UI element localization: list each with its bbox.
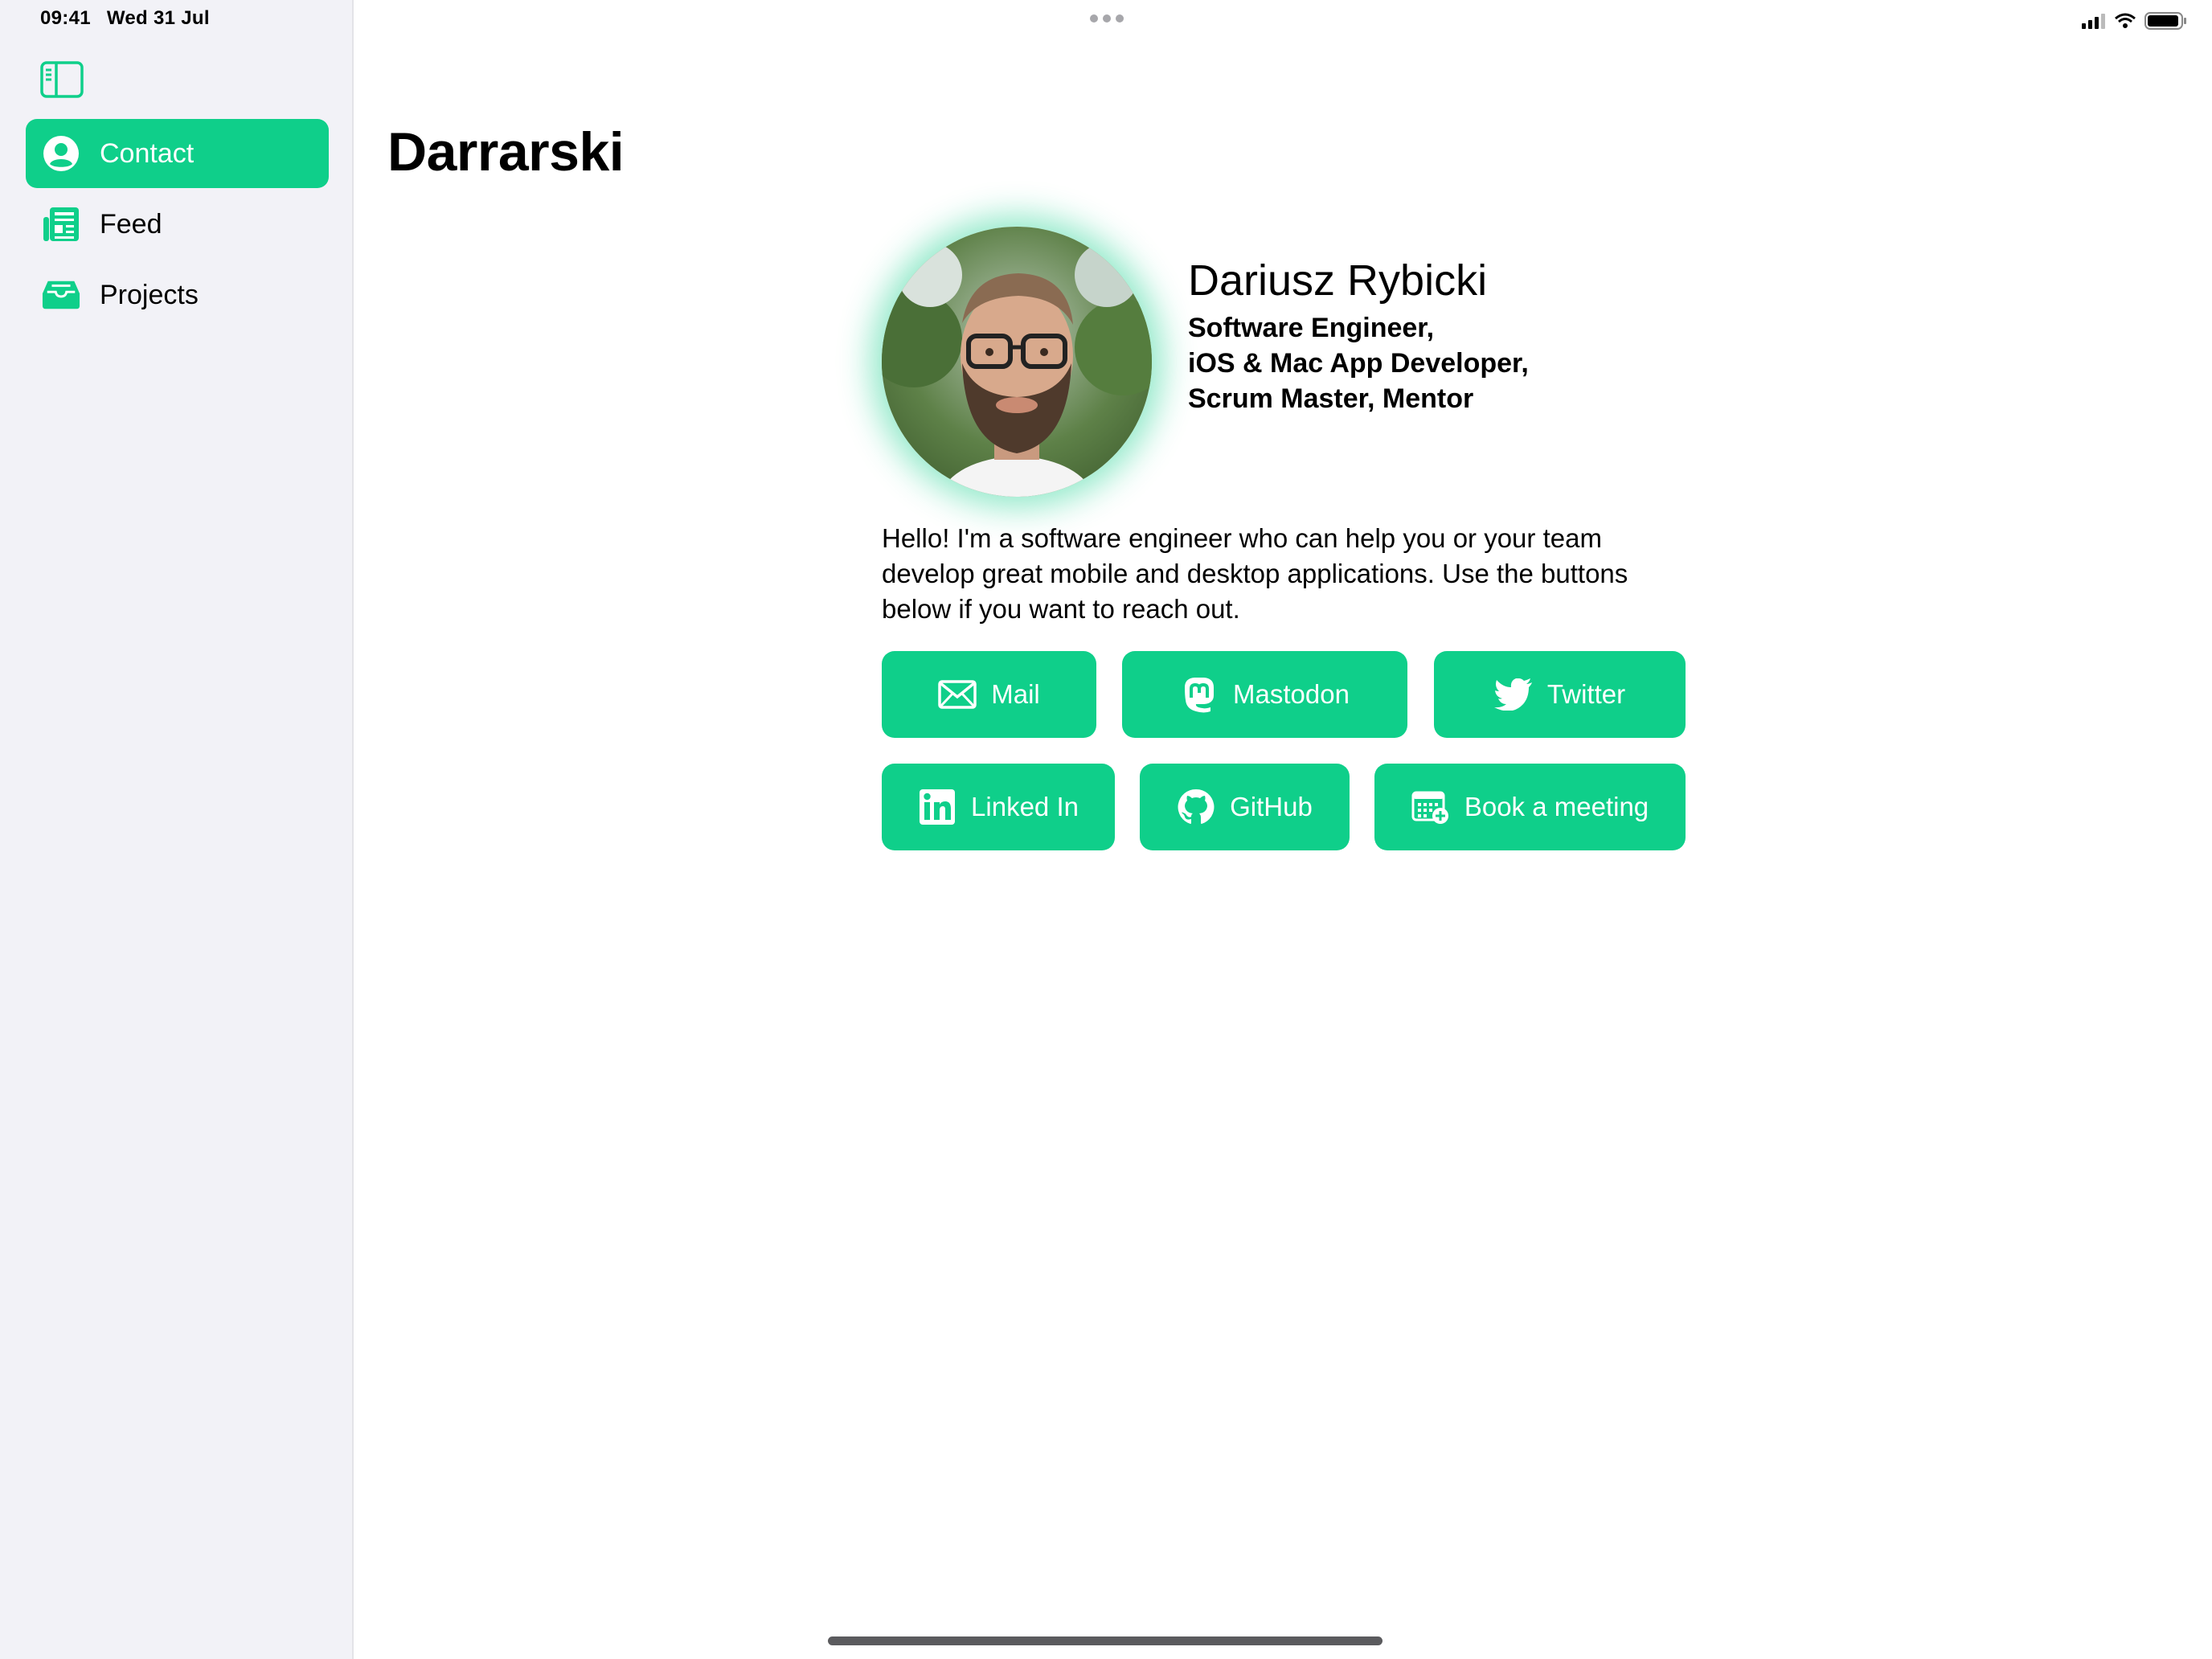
sidebar-toggle-icon[interactable] [40, 61, 84, 98]
newspaper-icon [42, 205, 80, 244]
sidebar-nav: Contact Feed Projects [26, 119, 329, 331]
button-label: Book a meeting [1464, 792, 1649, 821]
battery-icon [2144, 12, 2186, 30]
button-label: Twitter [1546, 679, 1626, 709]
status-date: Wed 31 Jul [106, 7, 210, 29]
button-label: Linked In [971, 792, 1079, 821]
sidebar-item-feed[interactable]: Feed [26, 190, 329, 259]
sidebar-item-label: Feed [100, 208, 162, 240]
button-label: Mastodon [1233, 679, 1350, 709]
profile-bio: Hello! I'm a software engineer who can h… [882, 523, 1628, 624]
twitter-icon [1493, 675, 1533, 714]
role-line: Software Engineer, [1188, 313, 1435, 343]
envelope-icon [938, 675, 977, 714]
status-time: 09:41 Wed 31 Jul [40, 7, 226, 30]
github-button[interactable]: GitHub [1140, 764, 1350, 850]
tray-icon [42, 276, 80, 314]
button-label: GitHub [1230, 792, 1313, 821]
role-line: iOS & Mac App Developer, [1188, 348, 1529, 379]
sidebar-item-contact[interactable]: Contact [26, 119, 329, 188]
github-icon [1177, 788, 1215, 826]
twitter-button[interactable]: Twitter [1434, 651, 1686, 738]
page-title: Darrarski [387, 121, 625, 182]
profile-roles: Software Engineer, iOS & Mac App Develop… [1188, 310, 1606, 416]
avatar [882, 227, 1152, 497]
sidebar-item-label: Projects [100, 279, 199, 310]
cellular-signal-icon [2082, 14, 2105, 29]
calendar-plus-icon [1411, 788, 1450, 826]
sidebar: 09:41 Wed 31 Jul Contact Feed Projects [0, 0, 354, 1659]
multitasking-dots-icon[interactable] [1090, 14, 1124, 23]
profile-name: Dariusz Rybicki [1188, 256, 1488, 305]
sidebar-item-label: Contact [100, 137, 195, 169]
status-indicators [2082, 11, 2188, 31]
book-meeting-button[interactable]: Book a meeting [1374, 764, 1686, 850]
sidebar-item-projects[interactable]: Projects [26, 260, 329, 330]
role-line: Scrum Master, Mentor [1188, 383, 1474, 414]
home-indicator[interactable] [828, 1636, 1382, 1645]
wifi-icon [2115, 13, 2136, 28]
button-label: Mail [991, 679, 1040, 709]
mastodon-icon [1180, 675, 1219, 714]
person-circle-icon [42, 134, 80, 173]
linkedin-icon [918, 788, 956, 826]
linkedin-button[interactable]: Linked In [882, 764, 1115, 850]
status-clock: 09:41 [40, 7, 91, 29]
mail-button[interactable]: Mail [882, 651, 1096, 738]
mastodon-button[interactable]: Mastodon [1122, 651, 1407, 738]
